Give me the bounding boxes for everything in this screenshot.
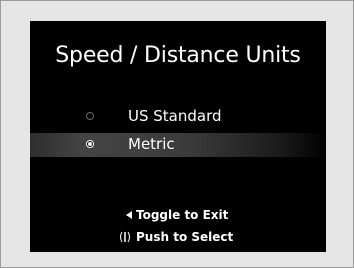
page-frame: Speed / Distance Units US Standard Metri…: [0, 0, 354, 268]
option-us-standard[interactable]: US Standard: [30, 105, 326, 129]
radio-unselected-icon: [86, 112, 94, 120]
display-screen: Speed / Distance Units US Standard Metri…: [30, 21, 326, 252]
option-label: US Standard: [128, 107, 222, 125]
radio-selected-icon: [86, 140, 94, 148]
hint-select-text: Push to Select: [136, 230, 234, 244]
push-knob-icon: [118, 230, 132, 244]
screen-title: Speed / Distance Units: [55, 43, 301, 68]
hint-exit-text: Toggle to Exit: [136, 208, 229, 222]
option-metric[interactable]: Metric: [30, 133, 326, 157]
left-triangle-icon: [126, 211, 132, 219]
option-label: Metric: [128, 135, 175, 153]
